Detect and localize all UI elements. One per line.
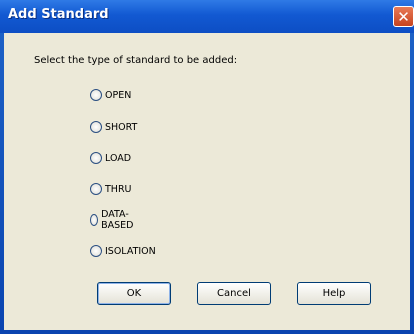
radio-option-isolation[interactable]: ISOLATION — [90, 243, 156, 259]
radio-button-icon[interactable] — [90, 245, 102, 257]
cancel-button[interactable]: Cancel — [197, 282, 271, 305]
radio-option-thru[interactable]: THRU — [90, 181, 132, 197]
radio-option-data-based[interactable]: DATA-BASED — [90, 209, 137, 231]
radio-label: SHORT — [105, 121, 138, 133]
radio-option-open[interactable]: OPEN — [90, 87, 131, 103]
close-button[interactable]: ✕ — [393, 6, 414, 27]
add-standard-dialog: Add Standard ✕ Select the type of standa… — [0, 0, 414, 334]
radio-button-icon[interactable] — [90, 89, 102, 101]
prompt-label: Select the type of standard to be added: — [34, 55, 238, 66]
radio-option-short[interactable]: SHORT — [90, 119, 137, 135]
dialog-title: Add Standard — [8, 7, 109, 22]
close-icon: ✕ — [397, 7, 410, 26]
radio-button-icon[interactable] — [90, 152, 102, 164]
help-button[interactable]: Help — [297, 282, 371, 305]
radio-label: DATA-BASED — [101, 209, 134, 231]
radio-label: THRU — [105, 183, 132, 195]
radio-label: LOAD — [105, 152, 132, 164]
radio-button-icon[interactable] — [90, 183, 102, 195]
radio-label: ISOLATION — [105, 245, 156, 257]
title-bar[interactable]: Add Standard ✕ — [0, 0, 414, 33]
radio-option-load[interactable]: LOAD — [90, 150, 131, 166]
dialog-body: Select the type of standard to be added:… — [4, 33, 410, 330]
ok-button[interactable]: OK — [97, 282, 171, 305]
radio-label: OPEN — [105, 89, 132, 101]
radio-button-icon[interactable] — [90, 121, 102, 133]
radio-button-icon[interactable] — [90, 214, 99, 226]
